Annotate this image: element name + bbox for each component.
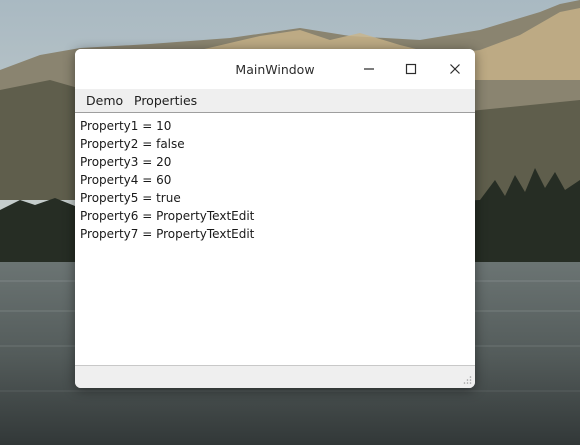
minimize-button[interactable] (359, 59, 379, 79)
resize-grip-icon[interactable] (462, 375, 472, 385)
menu-item-properties[interactable]: Properties (133, 93, 198, 108)
status-bar (75, 366, 475, 388)
minimize-icon (364, 68, 374, 70)
title-bar[interactable]: MainWindow (75, 49, 475, 89)
property-line-3: Property3 = 20 (80, 155, 172, 169)
main-window: MainWindow Demo Properties Property1 = 1… (75, 49, 475, 388)
close-button[interactable] (445, 59, 465, 79)
property-line-7: Property7 = PropertyTextEdit (80, 227, 255, 241)
close-icon (450, 64, 460, 74)
maximize-button[interactable] (401, 59, 421, 79)
property-line-1: Property1 = 10 (80, 119, 172, 133)
property-line-2: Property2 = false (80, 137, 185, 151)
desktop-wallpaper: MainWindow Demo Properties Property1 = 1… (0, 0, 580, 445)
property-line-5: Property5 = true (80, 191, 181, 205)
property-line-6: Property6 = PropertyTextEdit (80, 209, 255, 223)
menu-item-demo[interactable]: Demo (85, 93, 124, 108)
property-line-4: Property4 = 60 (80, 173, 172, 187)
maximize-icon (405, 63, 417, 75)
property-output-area: Property1 = 10 Property2 = false Propert… (75, 113, 475, 366)
menu-bar: Demo Properties (75, 89, 475, 113)
